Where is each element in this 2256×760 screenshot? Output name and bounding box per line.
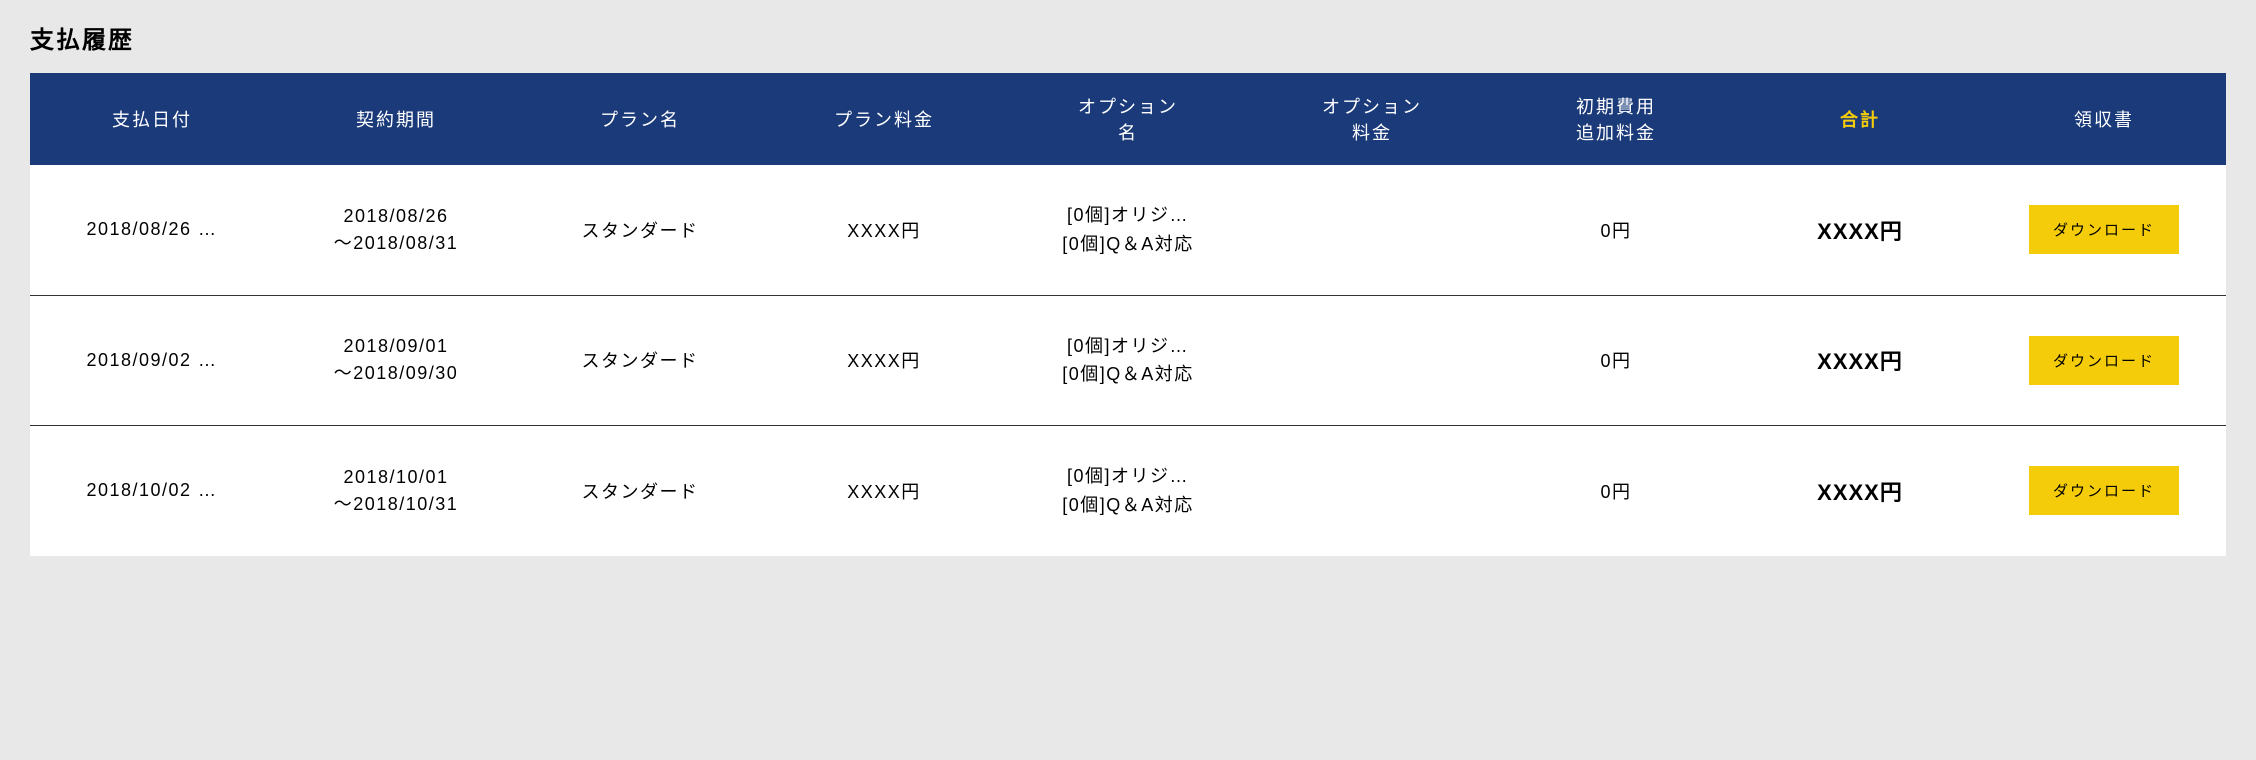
- cell-total: XXXX円: [1738, 195, 1982, 265]
- cell-contract-period: 2018/08/26 〜2018/08/31: [274, 195, 518, 265]
- cell-plan-fee: XXXX円: [762, 195, 1006, 265]
- cell-option-fee: [1250, 326, 1494, 396]
- download-button[interactable]: ダウンロード: [2029, 466, 2179, 515]
- payment-history-table: 支払日付 契約期間 プラン名 プラン料金 オプション 名 オプション 料金 初期…: [30, 73, 2226, 556]
- cell-receipt: ダウンロード: [1982, 326, 2226, 396]
- cell-plan-name: スタンダード: [518, 195, 762, 265]
- table-row: 2018/10/02 … 2018/10/01 〜2018/10/31 スタンダ…: [30, 426, 2226, 556]
- page-title: 支払履歴: [30, 20, 2226, 55]
- download-button[interactable]: ダウンロード: [2029, 336, 2179, 385]
- table-header: 支払日付 契約期間 プラン名 プラン料金 オプション 名 オプション 料金 初期…: [30, 73, 2226, 165]
- cell-payment-date: 2018/10/02 …: [30, 456, 274, 526]
- cell-plan-fee: XXXX円: [762, 326, 1006, 396]
- cell-payment-date: 2018/09/02 …: [30, 326, 274, 396]
- cell-receipt: ダウンロード: [1982, 195, 2226, 265]
- cell-option-name: [0個]オリジ… [0個]Q＆A対応: [1006, 195, 1250, 265]
- table-row: 2018/09/02 … 2018/09/01 〜2018/09/30 スタンダ…: [30, 296, 2226, 427]
- header-plan-fee: プラン料金: [762, 73, 1006, 165]
- table-row: 2018/08/26 … 2018/08/26 〜2018/08/31 スタンダ…: [30, 165, 2226, 296]
- payment-history-container: 支払履歴 支払日付 契約期間 プラン名 プラン料金 オプション 名 オプション …: [30, 20, 2226, 556]
- cell-contract-period: 2018/10/01 〜2018/10/31: [274, 456, 518, 526]
- cell-plan-name: スタンダード: [518, 326, 762, 396]
- header-receipt: 領収書: [1982, 73, 2226, 165]
- header-initial-fee: 初期費用 追加料金: [1494, 73, 1738, 165]
- cell-total: XXXX円: [1738, 326, 1982, 396]
- cell-plan-name: スタンダード: [518, 456, 762, 526]
- header-contract-period: 契約期間: [274, 73, 518, 165]
- cell-option-name: [0個]オリジ… [0個]Q＆A対応: [1006, 456, 1250, 526]
- download-button[interactable]: ダウンロード: [2029, 205, 2179, 254]
- cell-receipt: ダウンロード: [1982, 456, 2226, 526]
- cell-option-fee: [1250, 195, 1494, 265]
- cell-initial-fee: 0円: [1494, 326, 1738, 396]
- cell-payment-date: 2018/08/26 …: [30, 195, 274, 265]
- cell-contract-period: 2018/09/01 〜2018/09/30: [274, 326, 518, 396]
- cell-option-fee: [1250, 456, 1494, 526]
- cell-total: XXXX円: [1738, 456, 1982, 526]
- header-plan-name: プラン名: [518, 73, 762, 165]
- header-payment-date: 支払日付: [30, 73, 274, 165]
- cell-initial-fee: 0円: [1494, 456, 1738, 526]
- cell-plan-fee: XXXX円: [762, 456, 1006, 526]
- cell-option-name: [0個]オリジ… [0個]Q＆A対応: [1006, 326, 1250, 396]
- header-option-fee: オプション 料金: [1250, 73, 1494, 165]
- header-option-name: オプション 名: [1006, 73, 1250, 165]
- table-body: 2018/08/26 … 2018/08/26 〜2018/08/31 スタンダ…: [30, 165, 2226, 556]
- header-total: 合計: [1738, 73, 1982, 165]
- cell-initial-fee: 0円: [1494, 195, 1738, 265]
